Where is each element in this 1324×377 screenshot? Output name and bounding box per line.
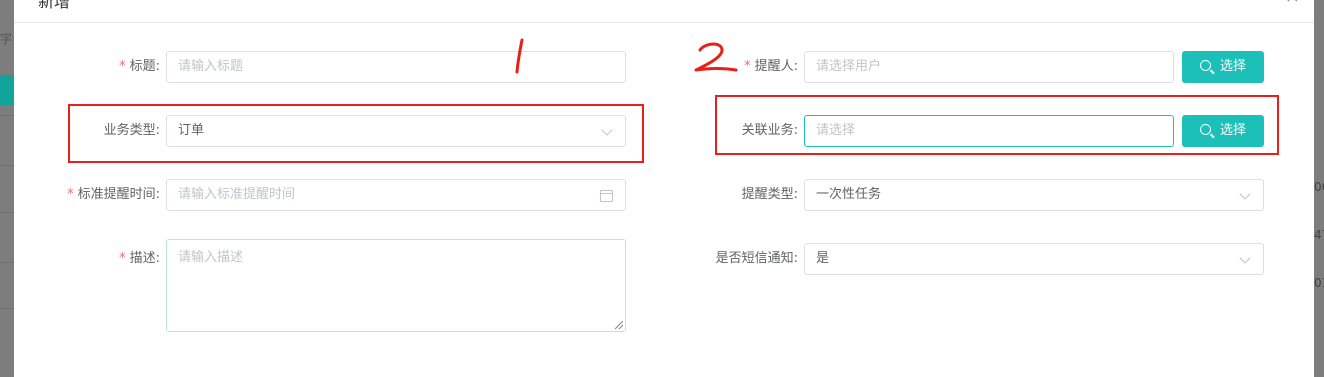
background-text-fragment: 01 xyxy=(1314,276,1324,290)
standard-time-label: * 标准提醒时间: xyxy=(67,187,160,202)
close-icon[interactable]: × xyxy=(1285,0,1300,7)
sms-notify-label: 是否短信通知: xyxy=(715,251,798,266)
description-textarea[interactable] xyxy=(178,246,614,325)
title-input[interactable]: 请输入标题 xyxy=(166,51,626,83)
background-divider xyxy=(0,262,14,263)
sms-notify-select[interactable]: 是 xyxy=(804,243,1264,275)
background-teal-button xyxy=(0,75,14,105)
standard-time-placeholder: 请输入标准提醒时间 xyxy=(178,187,296,202)
sms-notify-value: 是 xyxy=(816,251,830,266)
dialog-title: 新增 xyxy=(38,0,71,11)
reminder-type-label: 提醒类型: xyxy=(741,187,798,202)
search-icon xyxy=(1199,60,1211,71)
standard-time-picker[interactable]: 请输入标准提醒时间 xyxy=(166,179,626,211)
reminder-person-input[interactable]: 请选择用户 xyxy=(804,51,1174,83)
title-input-placeholder: 请输入标题 xyxy=(178,59,244,74)
annotation-mark-2 xyxy=(694,42,738,72)
background-text-fragment: 47 xyxy=(1314,228,1324,242)
background-page-left: 字 xyxy=(0,0,14,377)
calendar-icon xyxy=(600,190,613,202)
reminder-type-select[interactable]: 一次性任务 xyxy=(804,179,1264,211)
description-textarea-wrap[interactable] xyxy=(166,239,626,332)
reminder-person-placeholder: 请选择用户 xyxy=(816,59,882,74)
annotation-box-related-business xyxy=(715,95,1279,155)
dialog-header: 新增 × xyxy=(14,0,1314,23)
description-label: * 描述: xyxy=(119,251,160,266)
required-mark: * xyxy=(119,59,126,74)
chevron-down-icon xyxy=(1239,252,1251,264)
annotation-mark-1 xyxy=(515,38,524,74)
background-divider xyxy=(0,212,14,213)
annotation-box-business-type xyxy=(68,104,644,163)
chevron-down-icon xyxy=(1239,188,1251,200)
select-user-button[interactable]: 选择 xyxy=(1182,51,1264,83)
resize-handle[interactable] xyxy=(615,321,623,329)
background-text-fragment: 字 xyxy=(0,32,13,46)
background-divider xyxy=(0,115,14,116)
title-label: * 标题: xyxy=(119,59,160,74)
background-divider xyxy=(0,165,14,166)
required-mark: * xyxy=(67,187,74,202)
required-mark: * xyxy=(744,59,751,74)
required-mark: * xyxy=(119,251,126,266)
background-text-fragment: 06 xyxy=(1314,180,1324,194)
add-reminder-dialog: 新增 × *标题: 请输入标题 *提醒人: 请选择用户 选择 业务类型: 订单 … xyxy=(14,0,1314,377)
background-divider xyxy=(0,308,14,309)
reminder-type-value: 一次性任务 xyxy=(816,187,882,202)
background-page-right: 06 47 01 xyxy=(1314,0,1324,377)
